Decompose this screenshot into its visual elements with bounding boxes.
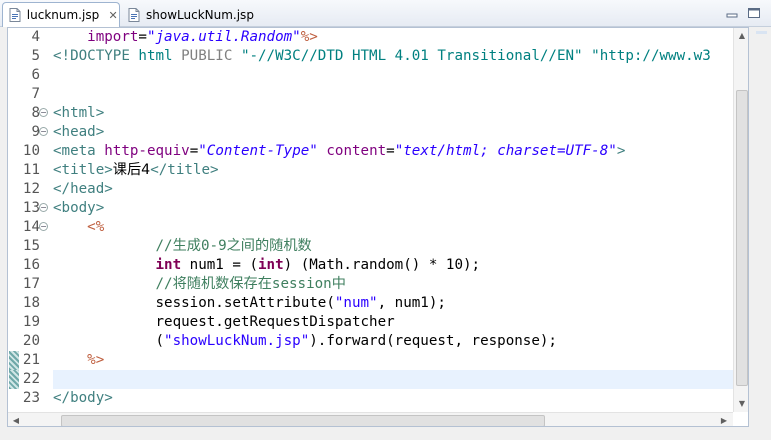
- code-line[interactable]: //生成0-9之间的随机数: [53, 237, 733, 256]
- fold-toggle-icon[interactable]: −: [39, 222, 48, 231]
- code-line[interactable]: ("showLuckNum.jsp").forward(request, res…: [53, 332, 733, 351]
- line-number: 14: [22, 219, 40, 235]
- horizontal-scrollbar[interactable]: ◀ ▶: [8, 412, 733, 426]
- code-line[interactable]: request.getRequestDispatcher: [53, 313, 733, 332]
- code-line[interactable]: %>: [53, 351, 733, 370]
- editor-tab-bar: lucknum.jsp ✕ showLuckNum.jsp: [0, 0, 771, 27]
- tab-showlucknum-jsp[interactable]: showLuckNum.jsp: [124, 2, 254, 27]
- code-line[interactable]: import="java.util.Random"%>: [53, 28, 733, 47]
- maximize-icon[interactable]: [746, 5, 762, 19]
- line-number: 6: [31, 67, 40, 83]
- code-line[interactable]: [53, 66, 733, 85]
- line-number: 13: [22, 200, 40, 216]
- code-line[interactable]: <head>: [53, 123, 733, 142]
- scroll-down-icon[interactable]: ▼: [734, 396, 748, 412]
- horizontal-scroll-thumb[interactable]: [61, 415, 545, 426]
- scroll-right-icon[interactable]: ▶: [716, 413, 732, 426]
- overview-ruler[interactable]: [752, 27, 771, 427]
- jsp-file-icon: [128, 7, 140, 22]
- scroll-left-icon[interactable]: ◀: [8, 413, 24, 426]
- line-number: 18: [22, 295, 40, 311]
- line-number: 5: [31, 48, 40, 64]
- code-line[interactable]: <html>: [53, 104, 733, 123]
- code-line[interactable]: </body>: [53, 389, 733, 408]
- tab-label: lucknum.jsp: [26, 8, 100, 22]
- line-number: 9: [31, 124, 40, 140]
- line-number: 11: [22, 162, 40, 178]
- code-line[interactable]: int num1 = (int) (Math.random() * 10);: [53, 256, 733, 275]
- line-number: 10: [22, 143, 40, 159]
- code-line[interactable]: [53, 370, 733, 389]
- code-line[interactable]: <%: [53, 218, 733, 237]
- line-number: 8: [31, 105, 40, 121]
- line-number: 7: [31, 86, 40, 102]
- line-number: 19: [22, 314, 40, 330]
- close-tab-icon[interactable]: ✕: [107, 9, 119, 22]
- change-marker: [9, 370, 19, 389]
- code-line[interactable]: <title>课后4</title>: [53, 161, 733, 180]
- fold-toggle-icon[interactable]: −: [39, 127, 48, 136]
- line-number-gutter: 4 5 6 7 8−9−10 11 12 13−14−15 16 17 18 19 20 21 22 23: [8, 28, 53, 426]
- line-number: 16: [22, 257, 40, 273]
- code-text-area[interactable]: import="java.util.Random"%> <!DOCTYPE htm…: [53, 28, 733, 412]
- tab-lucknum-jsp[interactable]: lucknum.jsp ✕: [2, 2, 120, 27]
- code-editor[interactable]: 4 5 6 7 8−9−10 11 12 13−14−15 16 17 18 19 20 21 22 23 i…: [7, 27, 749, 427]
- line-number: 20: [22, 333, 40, 349]
- code-line[interactable]: [53, 85, 733, 104]
- line-number: 12: [22, 181, 40, 197]
- line-number: 17: [22, 276, 40, 292]
- code-line[interactable]: session.setAttribute("num", num1);: [53, 294, 733, 313]
- vertical-scrollbar[interactable]: ▲ ▼: [733, 28, 748, 412]
- vertical-scroll-thumb[interactable]: [736, 90, 748, 386]
- overview-marker[interactable]: [756, 31, 767, 34]
- tab-label: showLuckNum.jsp: [146, 7, 254, 22]
- code-line[interactable]: <!DOCTYPE html PUBLIC "-//W3C//DTD HTML …: [53, 47, 733, 66]
- fold-toggle-icon[interactable]: −: [39, 203, 48, 212]
- fold-toggle-icon[interactable]: −: [39, 108, 48, 117]
- line-number: 4: [31, 29, 40, 45]
- minimize-icon[interactable]: [724, 5, 740, 19]
- jsp-file-icon: [9, 8, 21, 22]
- code-line[interactable]: //将随机数保存在session中: [53, 275, 733, 294]
- scroll-up-icon[interactable]: ▲: [734, 28, 748, 44]
- line-number: 15: [22, 238, 40, 254]
- code-line[interactable]: </head>: [53, 180, 733, 199]
- code-line[interactable]: <meta http-equiv="Content-Type" content=…: [53, 142, 733, 161]
- change-marker: [9, 351, 19, 370]
- code-line[interactable]: <body>: [53, 199, 733, 218]
- line-number: 23: [22, 390, 40, 406]
